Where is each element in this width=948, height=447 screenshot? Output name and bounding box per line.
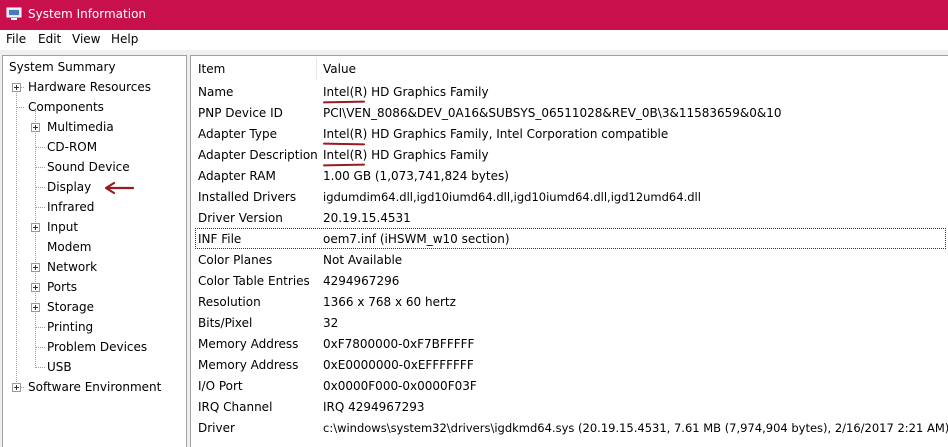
row-value[interactable]: 4294967296 bbox=[323, 274, 399, 288]
tree-connector bbox=[35, 367, 45, 368]
details-table[interactable]: Item Value Name Intel(R) HD Graphics Fam… bbox=[190, 55, 948, 447]
tree-item-infrared[interactable]: Infrared bbox=[47, 197, 94, 217]
annotation-underline bbox=[322, 163, 366, 167]
row-value[interactable]: 1.00 GB (1,073,741,824 bytes) bbox=[323, 169, 509, 183]
row-item[interactable]: IRQ Channel bbox=[198, 400, 272, 414]
tree-item-ports[interactable]: Ports bbox=[47, 277, 77, 297]
row-item[interactable]: Adapter RAM bbox=[198, 169, 276, 183]
expand-toggle-multimedia[interactable] bbox=[31, 123, 40, 132]
row-value[interactable]: Not Available bbox=[323, 253, 402, 267]
row-item[interactable]: PNP Device ID bbox=[198, 106, 283, 120]
row-item[interactable]: Memory Address bbox=[198, 358, 298, 372]
tree-connector bbox=[35, 207, 45, 208]
row-value[interactable]: 20.19.15.4531 bbox=[323, 211, 411, 225]
row-item[interactable]: INF File bbox=[198, 232, 241, 246]
tree-item-usb[interactable]: USB bbox=[47, 357, 72, 377]
tree-connector bbox=[16, 88, 17, 388]
row-value[interactable]: 1366 x 768 x 60 hertz bbox=[323, 295, 456, 309]
row-item[interactable]: Adapter Type bbox=[198, 127, 277, 141]
row-item[interactable]: Color Table Entries bbox=[198, 274, 310, 288]
row-item[interactable]: Bits/Pixel bbox=[198, 316, 252, 330]
row-value[interactable]: 0xE0000000-0xEFFFFFFF bbox=[323, 358, 474, 372]
row-value[interactable]: c:\windows\system32\drivers\igdkmd64.sys… bbox=[323, 421, 948, 435]
tree-item-cd-rom[interactable]: CD-ROM bbox=[47, 137, 97, 157]
tree-connector bbox=[35, 147, 45, 148]
row-item[interactable]: Resolution bbox=[198, 295, 261, 309]
row-value[interactable]: 0xF7800000-0xF7BFFFFF bbox=[323, 337, 474, 351]
row-item[interactable]: Name bbox=[198, 85, 233, 99]
row-item[interactable]: Installed Drivers bbox=[198, 190, 296, 204]
tree-connector bbox=[16, 107, 24, 108]
row-value[interactable]: 32 bbox=[323, 316, 338, 330]
system-information-icon bbox=[6, 7, 22, 20]
tree-item-display[interactable]: Display bbox=[47, 177, 91, 197]
tree-item-system-summary[interactable]: System Summary bbox=[9, 57, 116, 77]
tree-item-components[interactable]: Components bbox=[28, 97, 104, 117]
row-value[interactable]: PCI\VEN_8086&DEV_0A16&SUBSYS_06511028&RE… bbox=[323, 106, 782, 120]
row-item[interactable]: Adapter Description bbox=[198, 148, 318, 162]
tree-item-storage[interactable]: Storage bbox=[47, 297, 94, 317]
tree-connector bbox=[35, 187, 45, 188]
title-bar: System Information bbox=[0, 0, 948, 30]
menu-help[interactable]: Help bbox=[111, 32, 138, 46]
tree-item-multimedia[interactable]: Multimedia bbox=[47, 117, 114, 137]
row-item[interactable]: Driver Version bbox=[198, 211, 283, 225]
row-value[interactable]: 0x0000F000-0x0000F03F bbox=[323, 379, 477, 393]
expand-toggle-storage[interactable] bbox=[31, 303, 40, 312]
tree-item-input[interactable]: Input bbox=[47, 217, 78, 237]
menu-file[interactable]: File bbox=[6, 32, 26, 46]
tree-item-modem[interactable]: Modem bbox=[47, 237, 91, 257]
row-value[interactable]: IRQ 4294967293 bbox=[323, 400, 424, 414]
row-item[interactable]: Color Planes bbox=[198, 253, 272, 267]
row-value[interactable]: Intel(R) HD Graphics Family, Intel Corpo… bbox=[323, 127, 668, 141]
tree-item-software-environment[interactable]: Software Environment bbox=[28, 377, 161, 397]
expand-toggle-ports[interactable] bbox=[31, 283, 40, 292]
row-item[interactable]: I/O Port bbox=[198, 379, 243, 393]
menu-edit[interactable]: Edit bbox=[38, 32, 61, 46]
row-value[interactable]: Intel(R) HD Graphics Family bbox=[323, 85, 489, 99]
expand-toggle-hardware-resources[interactable] bbox=[12, 83, 21, 92]
tree-item-printing[interactable]: Printing bbox=[47, 317, 93, 337]
tree-connector bbox=[35, 327, 45, 328]
tree-connector bbox=[35, 167, 45, 168]
tree-item-problem-devices[interactable]: Problem Devices bbox=[47, 337, 147, 357]
row-value[interactable]: oem7.inf (iHSWM_w10 section) bbox=[323, 232, 510, 246]
tree-item-sound-device[interactable]: Sound Device bbox=[47, 157, 130, 177]
row-value[interactable]: igdumdim64.dll,igd10iumd64.dll,igd10iumd… bbox=[323, 190, 701, 204]
tree-item-hardware-resources[interactable]: Hardware Resources bbox=[28, 77, 151, 97]
column-header-value[interactable]: Value bbox=[323, 62, 356, 76]
column-divider[interactable] bbox=[316, 58, 317, 80]
window-title: System Information bbox=[28, 7, 147, 21]
annotation-underline bbox=[322, 100, 366, 104]
annotation-underline bbox=[322, 142, 366, 146]
column-header-item[interactable]: Item bbox=[198, 62, 225, 76]
expand-toggle-software-environment[interactable] bbox=[12, 383, 21, 392]
expand-toggle-network[interactable] bbox=[31, 263, 40, 272]
row-item[interactable]: Memory Address bbox=[198, 337, 298, 351]
focused-row-indicator bbox=[195, 228, 946, 249]
annotation-arrow-icon bbox=[104, 181, 135, 195]
menu-bar: File Edit View Help bbox=[0, 30, 948, 50]
category-tree[interactable]: System Summary Hardware Resources Compon… bbox=[2, 55, 187, 447]
tree-connector bbox=[35, 347, 45, 348]
tree-item-network[interactable]: Network bbox=[47, 257, 97, 277]
expand-toggle-input[interactable] bbox=[31, 223, 40, 232]
row-item[interactable]: Driver bbox=[198, 421, 235, 435]
menu-view[interactable]: View bbox=[72, 32, 100, 46]
row-value[interactable]: Intel(R) HD Graphics Family bbox=[323, 148, 489, 162]
